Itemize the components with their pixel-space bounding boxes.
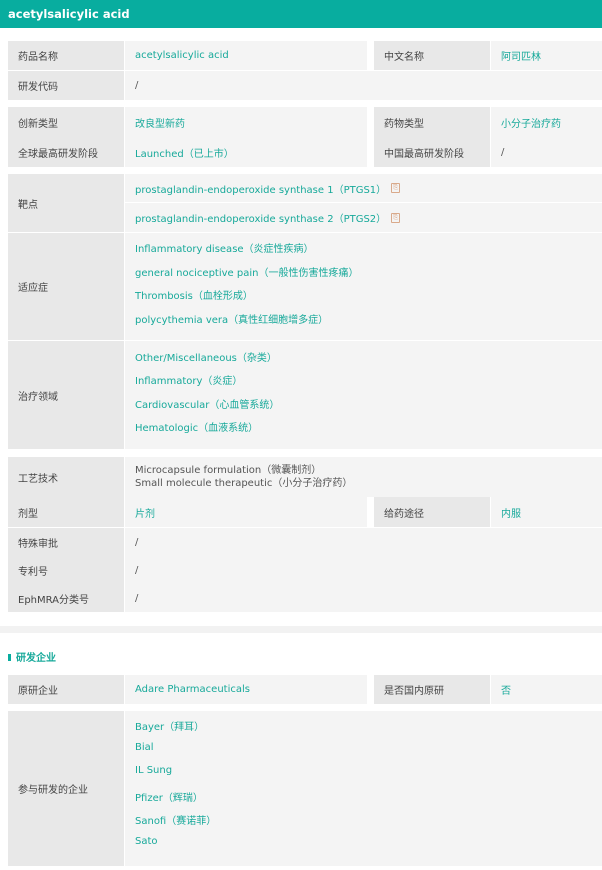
target-link[interactable]: prostaglandin-endoperoxide synthase 2（PT… (135, 210, 386, 225)
area-item[interactable]: Inflammatory（炎症） (135, 372, 242, 387)
route-label: 给药途径 (374, 497, 490, 527)
dosage-value: 片剂 (125, 497, 367, 527)
target-row: prostaglandin-endoperoxide synthase 2（PT… (125, 203, 602, 232)
ephmra-label: EphMRA分类号 (8, 584, 124, 612)
dosage-label: 剂型 (8, 497, 124, 527)
route-value: 内服 (491, 497, 602, 527)
drug-type-value: 小分子治疗药 (491, 107, 602, 137)
domestic-label: 是否国内原研 (374, 675, 490, 704)
tech-cell: Microcapsule formulation（微囊制剂） Small mol… (125, 457, 602, 497)
target-link[interactable]: prostaglandin-endoperoxide synthase 1（PT… (135, 181, 386, 196)
drug-type-label: 药物类型 (374, 107, 490, 137)
drug-name-label: 药品名称 (8, 41, 124, 70)
patent-label: 专利号 (8, 556, 124, 584)
link-icon[interactable]: ⎘ (391, 183, 401, 193)
special-value: / (125, 528, 602, 556)
participant-item[interactable]: Sato (135, 836, 158, 847)
area-item[interactable]: Hematologic（血液系统） (135, 419, 258, 434)
area-item[interactable]: Other/Miscellaneous（杂类） (135, 349, 277, 364)
target-row: prostaglandin-endoperoxide synthase 1（PT… (125, 174, 602, 202)
indication-item[interactable]: general nociceptive pain（一般性伤害性疼痛） (135, 264, 358, 279)
global-stage-label: 全球最高研发阶段 (8, 137, 124, 167)
targets-label: 靶点 (8, 174, 124, 232)
originator-value[interactable]: Adare Pharmaceuticals (125, 675, 367, 704)
tech-item: Microcapsule formulation（微囊制剂） (135, 465, 322, 476)
areas-label: 治疗领域 (8, 341, 124, 449)
global-stage-value: Launched（已上市） (125, 137, 367, 167)
participant-item[interactable]: Bial (135, 742, 154, 753)
indication-item[interactable]: Thrombosis（血栓形成） (135, 287, 253, 302)
tech-item: Small molecule therapeutic（小分子治疗药） (135, 478, 353, 489)
special-label: 特殊审批 (8, 528, 124, 556)
innovation-label: 创新类型 (8, 107, 124, 137)
participant-item[interactable]: Sanofi（赛诺菲） (135, 812, 216, 827)
tech-label: 工艺技术 (8, 457, 124, 497)
link-icon[interactable]: ⎘ (391, 212, 401, 223)
code-label: 研发代码 (8, 71, 124, 100)
cn-stage-value: / (491, 137, 602, 167)
participants-label: 参与研发的企业 (8, 711, 124, 866)
participant-item[interactable]: Pfizer（辉瑞） (135, 789, 203, 804)
domestic-value: 否 (491, 675, 602, 704)
participant-item[interactable]: IL Sung (135, 765, 172, 776)
page-title: acetylsalicylic acid (0, 0, 602, 28)
ephmra-value: / (125, 584, 602, 612)
indications-label: 适应症 (8, 233, 124, 340)
cn-name-value: 阿司匹林 (491, 41, 602, 70)
area-item[interactable]: Cardiovascular（心血管系统） (135, 396, 279, 411)
section-divider (0, 626, 602, 633)
indication-item[interactable]: polycythemia vera（真性红细胞增多症） (135, 311, 328, 326)
cn-name-label: 中文名称 (374, 41, 490, 70)
patent-value: / (125, 556, 602, 584)
section-title-companies: 研发企业 (8, 649, 56, 664)
cn-stage-label: 中国最高研发阶段 (374, 137, 490, 167)
drug-name-value: acetylsalicylic acid (125, 41, 367, 70)
participant-item[interactable]: Bayer（拜耳） (135, 718, 204, 733)
code-value: / (125, 71, 602, 100)
innovation-value: 改良型新药 (125, 107, 367, 137)
indication-item[interactable]: Inflammatory disease（炎症性疾病） (135, 240, 314, 255)
originator-label: 原研企业 (8, 675, 124, 704)
